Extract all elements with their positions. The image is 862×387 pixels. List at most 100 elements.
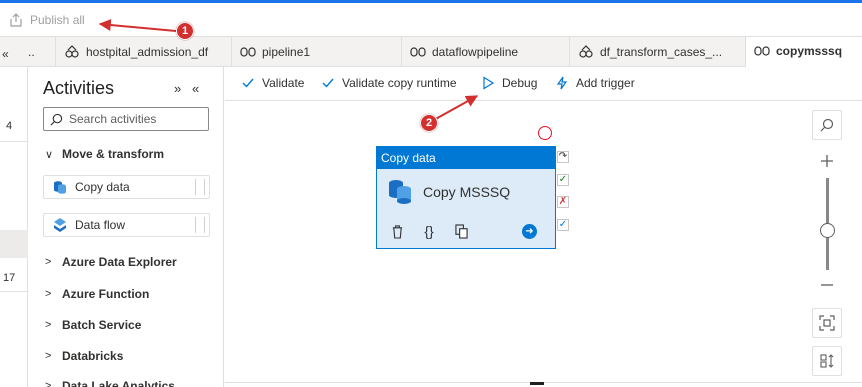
chevron-down-icon: ∨ (45, 148, 54, 161)
group-databricks[interactable]: > Databricks (45, 349, 123, 363)
chevron-right-icon: > (45, 256, 52, 268)
group-label: Azure Function (62, 287, 150, 301)
upload-icon (10, 13, 22, 27)
play-icon (483, 76, 495, 90)
divider (0, 141, 28, 142)
auto-align-button[interactable] (812, 346, 842, 376)
activities-panel: Activities » « ∨ Move & transform Copy d… (28, 67, 224, 387)
group-azure-data-explorer[interactable]: > Azure Data Explorer (45, 255, 177, 269)
drag-handle[interactable] (195, 179, 205, 195)
activity-label: Copy data (75, 180, 130, 194)
tab-label: hostpital_admission_df (86, 45, 209, 59)
group-label: Databricks (62, 349, 124, 363)
zoom-in-button[interactable] (812, 146, 842, 176)
annotation-badge-2: 2 (420, 114, 438, 132)
copy-data-activity-node[interactable]: Copy data Copy MSSSQ {} ➜ (376, 146, 556, 249)
activity-copy-data[interactable]: Copy data (43, 175, 210, 199)
search-activities-input[interactable] (69, 112, 199, 126)
search-canvas-button[interactable] (812, 110, 842, 140)
fit-to-screen-button[interactable] (812, 308, 842, 338)
validate-copy-runtime-label: Validate copy runtime (342, 76, 457, 90)
pipeline-icon (240, 47, 256, 57)
delete-icon[interactable] (389, 222, 405, 240)
group-label: Move & transform (62, 147, 165, 161)
search-activities-box[interactable] (43, 107, 209, 131)
zoom-out-button[interactable] (812, 270, 842, 300)
validate-button[interactable]: Validate (241, 76, 304, 90)
chevron-right-icon: > (45, 380, 52, 387)
arrow-right-icon[interactable]: ➜ (522, 224, 537, 239)
resize-handle[interactable] (530, 382, 544, 385)
group-data-lake-analytics[interactable]: > Data Lake Analytics (45, 379, 175, 387)
copy-icon[interactable] (453, 222, 469, 240)
validate-label: Validate (262, 76, 305, 90)
activities-title: Activities (43, 78, 115, 98)
resource-count: 4 (6, 120, 13, 132)
group-azure-function[interactable]: > Azure Function (45, 287, 149, 301)
node-name: Copy MSSSQ (423, 184, 511, 200)
plus-icon (821, 155, 833, 167)
annotation-badge-1: 1 (176, 22, 194, 40)
add-trigger-button[interactable]: Add trigger (555, 76, 635, 90)
lightning-icon (556, 76, 568, 90)
tab-label: pipeline1 (262, 45, 311, 59)
validate-copy-runtime-button[interactable]: Validate copy runtime (321, 76, 457, 90)
group-label: Data Lake Analytics (62, 379, 175, 387)
search-icon (50, 113, 63, 125)
group-batch-service[interactable]: > Batch Service (45, 318, 141, 332)
dataflow-icon (65, 45, 79, 58)
publish-all-button[interactable]: Publish all (8, 11, 85, 29)
divider (0, 291, 28, 292)
search-icon (820, 118, 834, 132)
chevron-right-icon: > (45, 350, 52, 362)
fit-screen-icon (819, 315, 835, 331)
tab-dataflowpipeline[interactable]: dataflowpipeline (402, 37, 570, 67)
activity-data-flow[interactable]: Data flow (43, 213, 210, 237)
minus-icon (821, 284, 833, 286)
add-trigger-label: Add trigger (576, 76, 635, 90)
factory-resources-rail: « 4 17 (0, 47, 28, 387)
tab-label: df_transform_cases_... (600, 45, 723, 59)
tab-df-transform-cases[interactable]: df_transform_cases_... (570, 37, 746, 67)
dataflow-icon (579, 45, 593, 58)
pipeline-icon (410, 47, 426, 57)
copy-data-icon (54, 181, 66, 194)
code-braces-icon[interactable]: {} (421, 222, 437, 240)
resource-count: 17 (3, 272, 16, 284)
copy-data-icon (389, 180, 411, 204)
collapse-all-button[interactable]: » (174, 81, 181, 96)
collapse-rail-button[interactable]: « (2, 47, 9, 61)
document-tabs: .. hostpital_admission_df pipeline1 data… (0, 37, 862, 67)
checkmark-icon (242, 78, 254, 88)
auto-align-icon (820, 354, 834, 368)
chevron-right-icon: > (45, 319, 52, 331)
checkmark-icon (322, 78, 334, 88)
top-command-bar: Publish all (0, 3, 862, 37)
group-label: Azure Data Explorer (62, 255, 177, 269)
tab-label: dataflowpipeline (432, 45, 519, 59)
publish-all-label: Publish all (30, 13, 85, 27)
drag-handle[interactable] (195, 217, 205, 233)
selected-resource-row[interactable] (0, 230, 28, 258)
success-port-icon[interactable]: ✓ (557, 174, 569, 186)
debug-button[interactable]: Debug (481, 76, 537, 90)
pipeline-toolbar: Validate Validate copy runtime Debug Add… (225, 67, 862, 101)
data-flow-icon (54, 218, 66, 232)
failure-port-icon[interactable]: ✗ (557, 196, 569, 208)
node-type-label: Copy data (377, 147, 555, 169)
pipeline-icon (754, 46, 770, 56)
hide-activities-button[interactable]: « (192, 81, 199, 96)
debug-label: Debug (502, 76, 538, 90)
group-move-transform[interactable]: ∨ Move & transform (45, 147, 164, 161)
tab-label: copymsssq (776, 44, 843, 58)
skip-port-icon[interactable]: ↷ (557, 151, 569, 163)
group-label: Batch Service (62, 318, 142, 332)
tab-pipeline1[interactable]: pipeline1 (232, 37, 402, 67)
zoom-slider-thumb[interactable] (820, 223, 835, 238)
tab-hostpital-admission-df[interactable]: hostpital_admission_df (56, 37, 232, 67)
completion-port-icon[interactable]: ✓ (557, 219, 569, 231)
activity-label: Data flow (75, 218, 126, 232)
chevron-right-icon: > (45, 288, 52, 300)
highlight-circle (538, 126, 552, 140)
tab-copymsssq[interactable]: copymsssq (746, 37, 862, 67)
